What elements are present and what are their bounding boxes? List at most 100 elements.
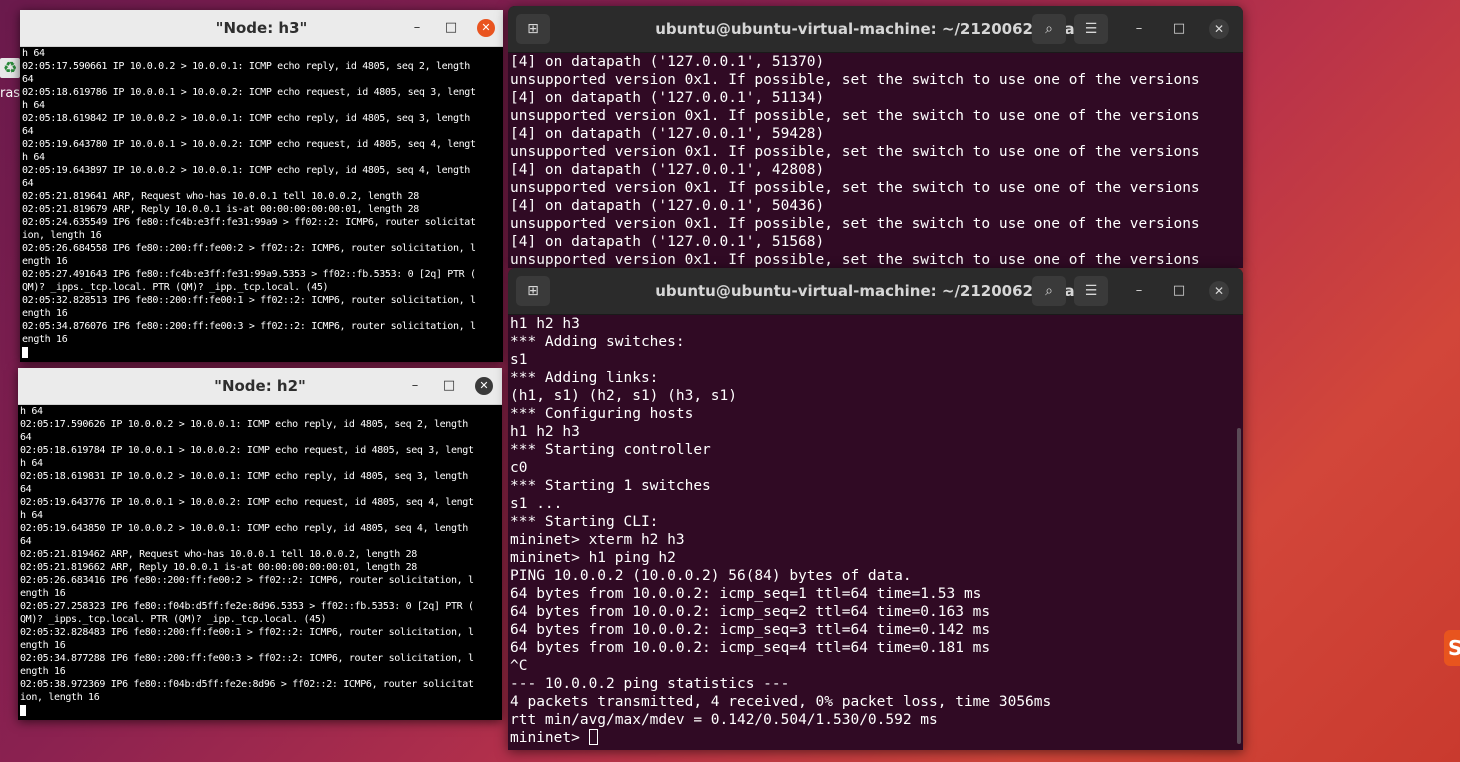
terminal-line: 02:05:34.877288 IP6 fe80::200:ff:fe00:3 … (20, 653, 474, 664)
terminal-output[interactable]: [4] on datapath ('127.0.0.1', 51370) unsu… (510, 53, 1235, 268)
terminal-window-controller[interactable]: ⊞ ubuntu@ubuntu-virtual-machine: ~/21200… (508, 6, 1243, 268)
terminal-line: s1 ... (510, 496, 563, 512)
minimize-icon[interactable]: – (406, 377, 424, 395)
xterm-window-h3[interactable]: "Node: h3" – □ ✕ h 64 02:05:17.590661 IP … (20, 10, 503, 362)
terminal-line: [4] on datapath ('127.0.0.1', 59428) (510, 126, 825, 142)
terminal-line: 02:05:26.683416 IP6 fe80::200:ff:fe00:2 … (20, 575, 474, 586)
terminal-line: 02:05:27.491643 IP6 fe80::fc4b:e3ff:fe31… (22, 269, 476, 280)
terminal-line: [4] on datapath ('127.0.0.1', 51134) (510, 90, 825, 106)
terminal-line: 02:05:21.819679 ARP, Reply 10.0.0.1 is-a… (22, 204, 419, 215)
terminal-output[interactable]: h1 h2 h3 *** Adding switches: s1 *** Adding… (510, 315, 1235, 750)
terminal-line: 02:05:34.876076 IP6 fe80::200:ff:fe00:3 … (22, 321, 476, 332)
terminal-line: ion, length 16 (22, 230, 102, 241)
terminal-line: 02:05:19.643776 IP 10.0.0.1 > 10.0.0.2: … (20, 497, 474, 508)
terminal-line: *** Starting 1 switches (510, 478, 711, 494)
terminal-line: ion, length 16 (20, 692, 100, 703)
terminal-line: unsupported version 0x1. If possible, se… (510, 108, 1200, 124)
prompt-line[interactable] (22, 346, 501, 359)
hamburger-menu-icon[interactable]: ☰ (1074, 14, 1108, 44)
terminal-line: s1 (510, 352, 528, 368)
prompt-text: mininet> (510, 730, 589, 746)
terminal-line: 02:05:32.828513 IP6 fe80::200:ff:fe00:1 … (22, 295, 476, 306)
terminal-window-mininet[interactable]: ⊞ ubuntu@ubuntu-virtual-machine: ~/21200… (508, 268, 1243, 750)
minimize-icon[interactable]: – (408, 19, 426, 37)
terminal-line: 64 bytes from 10.0.0.2: icmp_seq=1 ttl=6… (510, 586, 982, 602)
terminal-line: 02:05:18.619784 IP 10.0.0.1 > 10.0.0.2: … (20, 445, 474, 456)
close-icon[interactable]: ✕ (477, 19, 495, 37)
terminal-line: ength 16 (20, 666, 66, 677)
hamburger-menu-icon[interactable]: ☰ (1074, 276, 1108, 306)
close-icon[interactable]: ✕ (1209, 19, 1229, 39)
search-icon[interactable]: ⌕ (1032, 276, 1066, 306)
terminal-line: *** Adding links: (510, 370, 659, 386)
terminal-output[interactable]: h 64 02:05:17.590626 IP 10.0.0.2 > 10.0.0… (20, 405, 500, 718)
close-icon[interactable]: ✕ (1209, 281, 1229, 301)
desktop-trash[interactable]: ♻ ras (0, 40, 20, 110)
app-icon[interactable]: S (1444, 630, 1460, 666)
terminal-line: 02:05:18.619831 IP 10.0.0.2 > 10.0.0.1: … (20, 471, 468, 482)
desktop-trash-label: ras (0, 86, 21, 101)
terminal-line: h 64 (22, 152, 45, 163)
close-icon[interactable]: ✕ (475, 377, 493, 395)
terminal-line: unsupported version 0x1. If possible, se… (510, 252, 1200, 268)
terminal-line: h1 h2 h3 (510, 424, 580, 440)
terminal-output[interactable]: h 64 02:05:17.590661 IP 10.0.0.2 > 10.0.0… (22, 47, 501, 360)
terminal-line: h 64 (22, 100, 45, 111)
terminal-line: 02:05:27.258323 IP6 fe80::f04b:d5ff:fe2e… (20, 601, 474, 612)
terminal-line: 64 (22, 178, 34, 189)
terminal-line: 02:05:24.635549 IP6 fe80::fc4b:e3ff:fe31… (22, 217, 476, 228)
terminal-line: unsupported version 0x1. If possible, se… (510, 180, 1200, 196)
terminal-line: QM)? _ipps._tcp.local. PTR (QM)? _ipp._t… (22, 282, 329, 293)
search-icon[interactable]: ⌕ (1032, 14, 1066, 44)
terminal-line: 64 (20, 484, 32, 495)
terminal-line: 02:05:18.619842 IP 10.0.0.2 > 10.0.0.1: … (22, 113, 470, 124)
window-titlebar[interactable]: ⊞ ubuntu@ubuntu-virtual-machine: ~/21200… (508, 6, 1243, 53)
terminal-line: 64 (22, 74, 34, 85)
terminal-line: ^C (510, 658, 528, 674)
terminal-line: h 64 (20, 406, 43, 417)
terminal-line: 02:05:19.643850 IP 10.0.0.2 > 10.0.0.1: … (20, 523, 468, 534)
maximize-icon[interactable]: □ (440, 377, 458, 395)
terminal-line: 02:05:21.819662 ARP, Reply 10.0.0.1 is-a… (20, 562, 417, 573)
xterm-window-h2[interactable]: "Node: h2" – □ ✕ h 64 02:05:17.590626 IP … (18, 368, 502, 720)
terminal-line: PING 10.0.0.2 (10.0.0.2) 56(84) bytes of… (510, 568, 912, 584)
terminal-line: mininet> h1 ping h2 (510, 550, 676, 566)
terminal-line: ength 16 (20, 588, 66, 599)
terminal-line: 64 (22, 126, 34, 137)
window-titlebar[interactable]: ⊞ ubuntu@ubuntu-virtual-machine: ~/21200… (508, 268, 1243, 315)
terminal-line: 64 bytes from 10.0.0.2: icmp_seq=4 ttl=6… (510, 640, 991, 656)
maximize-icon[interactable]: □ (1169, 281, 1189, 301)
terminal-line: *** Adding switches: (510, 334, 685, 350)
minimize-icon[interactable]: – (1129, 19, 1149, 39)
terminal-line: unsupported version 0x1. If possible, se… (510, 144, 1200, 160)
terminal-line: 4 packets transmitted, 4 received, 0% pa… (510, 694, 1052, 710)
terminal-line: --- 10.0.0.2 ping statistics --- (510, 676, 790, 692)
terminal-line: 02:05:21.819462 ARP, Request who-has 10.… (20, 549, 417, 560)
terminal-line: 02:05:19.643897 IP 10.0.0.2 > 10.0.0.1: … (22, 165, 470, 176)
prompt-line[interactable] (20, 704, 500, 717)
window-title: "Node: h2" (214, 377, 306, 395)
minimize-icon[interactable]: – (1129, 281, 1149, 301)
window-titlebar[interactable]: "Node: h2" – □ ✕ (18, 368, 502, 405)
terminal-line: [4] on datapath ('127.0.0.1', 42808) (510, 162, 825, 178)
terminal-line: [4] on datapath ('127.0.0.1', 50436) (510, 198, 825, 214)
text-cursor (20, 704, 26, 716)
scrollbar[interactable] (1237, 428, 1241, 744)
prompt-line[interactable]: mininet> (510, 729, 1235, 747)
maximize-icon[interactable]: □ (442, 19, 460, 37)
terminal-line: 02:05:21.819641 ARP, Request who-has 10.… (22, 191, 419, 202)
terminal-line: 64 bytes from 10.0.0.2: icmp_seq=2 ttl=6… (510, 604, 991, 620)
terminal-line: ength 16 (22, 308, 68, 319)
terminal-line: 02:05:26.684558 IP6 fe80::200:ff:fe00:2 … (22, 243, 476, 254)
terminal-line: 02:05:17.590661 IP 10.0.0.2 > 10.0.0.1: … (22, 61, 470, 72)
terminal-line: [4] on datapath ('127.0.0.1', 51568) (510, 234, 825, 250)
maximize-icon[interactable]: □ (1169, 19, 1189, 39)
terminal-line: unsupported version 0x1. If possible, se… (510, 216, 1200, 232)
terminal-line: h 64 (22, 48, 45, 59)
terminal-line: ength 16 (22, 256, 68, 267)
terminal-line: QM)? _ipps._tcp.local. PTR (QM)? _ipp._t… (20, 614, 327, 625)
window-titlebar[interactable]: "Node: h3" – □ ✕ (20, 10, 503, 47)
terminal-line: unsupported version 0x1. If possible, se… (510, 72, 1200, 88)
terminal-line: h 64 (20, 458, 43, 469)
terminal-line: h1 h2 h3 (510, 316, 580, 332)
